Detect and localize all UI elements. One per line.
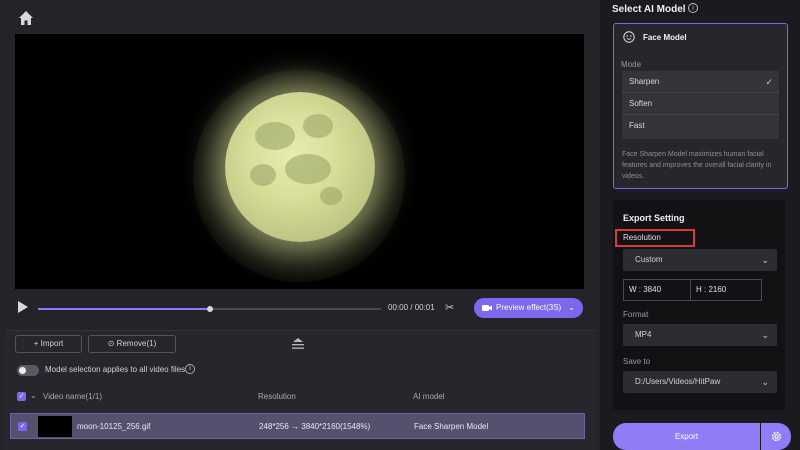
progress-fill (38, 308, 210, 310)
mode-option-label: Soften (629, 99, 653, 108)
mode-option-sharpen[interactable]: Sharpen ✓ (622, 71, 779, 93)
table-row[interactable]: ✓ moon-10125_256.gif 248*256 → 3840*2160… (10, 413, 585, 439)
player-controls: 00:00 / 00:01 ✂ Preview effect(3S) ⌄ (15, 296, 584, 320)
format-label: Format (623, 310, 649, 319)
home-icon[interactable] (18, 10, 34, 26)
apply-all-label: Model selection applies to all video fil… (45, 365, 186, 374)
column-header-name: Video name(1/1) (43, 392, 102, 401)
moon-mare (255, 122, 295, 150)
resolution-label: Resolution (623, 233, 661, 242)
export-settings-title: Export Setting (623, 213, 685, 223)
main-area: 00:00 / 00:01 ✂ Preview effect(3S) ⌄ + I… (0, 0, 600, 450)
save-path-value: D:/Users/Videos/HitPaw (635, 377, 721, 386)
video-preview (15, 34, 584, 289)
video-resolution: 248*256 → 3840*2160(1548%) (259, 422, 371, 431)
ai-model-title: Select AI Model (612, 4, 686, 15)
select-all-checkbox[interactable]: ✓ (17, 392, 26, 401)
export-settings-button[interactable] (761, 423, 791, 450)
video-name: moon-10125_256.gif (77, 422, 151, 431)
gear-icon (771, 431, 782, 442)
chevron-down-icon: ⌄ (761, 377, 769, 387)
mode-list: Sharpen ✓ Soften Fast (622, 71, 779, 139)
row-checkbox[interactable]: ✓ (18, 422, 27, 431)
chevron-down-icon: ⌄ (761, 330, 769, 340)
video-thumbnail (38, 416, 72, 437)
face-model-title: Face Model (643, 33, 687, 42)
save-to-label: Save to (623, 357, 651, 366)
resolution-value: Custom (635, 255, 663, 264)
format-value: MP4 (635, 330, 652, 339)
remove-icon: ⊙ (107, 339, 117, 348)
video-ai-model: Face Sharpen Model (414, 422, 489, 431)
mode-option-soften[interactable]: Soften (622, 93, 779, 115)
file-panel: + Import ⊙ Remove(1) Model selection app… (5, 330, 596, 450)
export-button-label: Export (674, 432, 699, 441)
chevron-down-icon[interactable]: ⌄ (568, 298, 575, 318)
settings-panel: Select AI Model i Face Model Mode Sharpe… (600, 0, 800, 450)
mode-label: Mode (621, 60, 642, 69)
check-icon: ✓ (765, 77, 773, 87)
width-field[interactable]: W : 3840 (629, 280, 688, 300)
import-label: Import (40, 339, 64, 348)
mode-option-label: Fast (629, 121, 645, 130)
collapse-icon[interactable] (291, 338, 305, 350)
face-model-card[interactable]: Face Model Mode Sharpen ✓ Soften Fast Fa… (613, 23, 788, 189)
export-button[interactable]: Export (613, 423, 760, 450)
moon-mare (303, 114, 333, 138)
moon-image (225, 92, 375, 242)
resolution-select[interactable]: Custom ⌄ (623, 249, 777, 271)
column-header-resolution: Resolution (258, 392, 296, 401)
moon-mare (285, 154, 331, 184)
mode-option-label: Sharpen (629, 77, 660, 86)
height-field[interactable]: H : 2160 (690, 280, 762, 300)
info-icon[interactable]: i (185, 364, 195, 374)
dimensions-box: W : 3840 H : 2160 (623, 279, 762, 301)
import-button[interactable]: + Import (15, 335, 82, 353)
moon-mare (250, 164, 276, 186)
preview-effect-button[interactable]: Preview effect(3S) ⌄ (474, 298, 583, 318)
remove-label: Remove(1) (116, 339, 157, 348)
chevron-down-icon[interactable]: ⌄ (30, 391, 37, 400)
play-icon[interactable] (18, 301, 28, 313)
progress-thumb[interactable] (206, 306, 213, 312)
export-settings-card: Export Setting Resolution Custom ⌄ W : 3… (613, 200, 785, 410)
info-icon[interactable]: i (688, 3, 698, 13)
mode-option-fast[interactable]: Fast (622, 115, 779, 137)
camera-icon (482, 305, 492, 311)
format-select[interactable]: MP4 ⌄ (623, 324, 777, 346)
save-path-select[interactable]: D:/Users/Videos/HitPaw ⌄ (623, 371, 777, 393)
apply-all-toggle[interactable] (17, 365, 39, 376)
chevron-down-icon: ⌄ (761, 255, 769, 265)
scissors-icon[interactable]: ✂ (445, 301, 459, 315)
column-header-model: AI model (413, 392, 445, 401)
preview-effect-label: Preview effect(3S) (496, 303, 562, 312)
plus-icon: + (33, 339, 41, 348)
remove-button[interactable]: ⊙ Remove(1) (88, 335, 176, 353)
toggle-knob (19, 367, 26, 374)
time-display: 00:00 / 00:01 (388, 303, 435, 312)
model-description: Face Sharpen Model maximizes human facia… (622, 151, 772, 180)
face-icon (623, 31, 635, 43)
moon-mare (320, 187, 342, 205)
